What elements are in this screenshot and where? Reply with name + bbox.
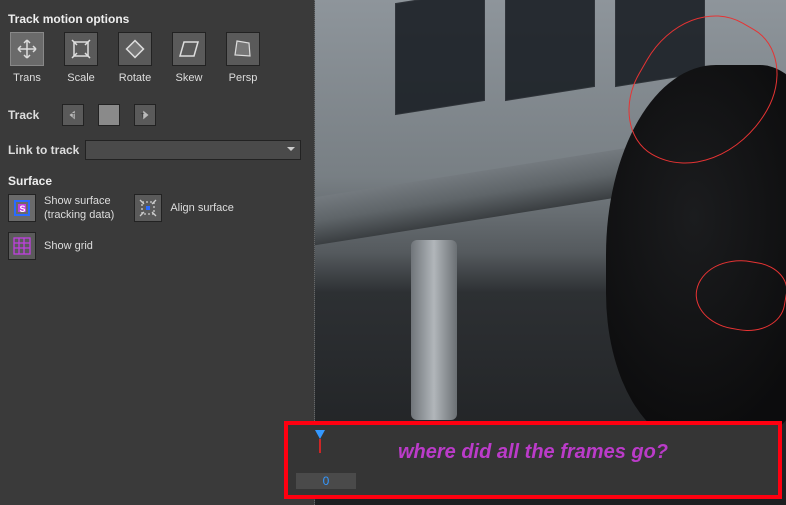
link-to-track-label: Link to track bbox=[8, 143, 79, 157]
scale-label: Scale bbox=[67, 72, 95, 84]
surface-row-2: Show grid bbox=[8, 232, 308, 260]
chevron-down-icon bbox=[286, 143, 296, 157]
show-surface-icon: S bbox=[8, 194, 36, 222]
frame-number-field[interactable]: 0 bbox=[296, 473, 356, 489]
link-to-track-dropdown[interactable] bbox=[85, 140, 301, 160]
track-forward-button[interactable]: T bbox=[134, 104, 156, 126]
persp-label: Persp bbox=[229, 72, 258, 84]
motion-options-row: Trans Scale Rotate bbox=[8, 32, 308, 84]
skew-label: Skew bbox=[176, 72, 203, 84]
translate-icon bbox=[10, 32, 44, 66]
show-grid-label: Show grid bbox=[44, 239, 93, 253]
surface-row-1: S Show surface (tracking data) bbox=[8, 194, 308, 222]
trans-label: Trans bbox=[13, 72, 41, 84]
show-grid-button[interactable]: Show grid bbox=[8, 232, 93, 260]
track-controls: Track T T bbox=[8, 104, 308, 126]
track-backward-button[interactable]: T bbox=[62, 104, 84, 126]
timeline-annotation-box: where did all the frames go? 0 bbox=[284, 421, 782, 499]
surface-title: Surface bbox=[8, 174, 308, 188]
align-surface-button[interactable]: Align surface bbox=[134, 194, 234, 222]
trans-button[interactable]: Trans bbox=[8, 32, 46, 84]
tracking-sidebar: Track motion options Trans bbox=[0, 0, 314, 505]
persp-button[interactable]: Persp bbox=[224, 32, 262, 84]
show-surface-label-1: Show surface bbox=[44, 194, 114, 208]
frame-readout-row: 0 bbox=[296, 473, 356, 489]
skew-icon bbox=[172, 32, 206, 66]
svg-text:T: T bbox=[71, 113, 75, 120]
show-surface-button[interactable]: S Show surface (tracking data) bbox=[8, 194, 114, 222]
rotate-icon bbox=[118, 32, 152, 66]
skew-button[interactable]: Skew bbox=[170, 32, 208, 84]
svg-text:S: S bbox=[20, 204, 26, 214]
grid-icon bbox=[8, 232, 36, 260]
track-label: Track bbox=[8, 108, 48, 122]
align-surface-label: Align surface bbox=[170, 201, 234, 215]
svg-text:T: T bbox=[141, 113, 145, 120]
track-stop-button[interactable] bbox=[98, 104, 120, 126]
align-surface-icon bbox=[134, 194, 162, 222]
scale-icon bbox=[64, 32, 98, 66]
rotate-button[interactable]: Rotate bbox=[116, 32, 154, 84]
scale-button[interactable]: Scale bbox=[62, 32, 100, 84]
link-to-track-row: Link to track bbox=[8, 140, 308, 160]
perspective-icon bbox=[226, 32, 260, 66]
annotation-text: where did all the frames go? bbox=[288, 441, 778, 464]
motion-options-title: Track motion options bbox=[8, 12, 308, 26]
show-surface-label-2: (tracking data) bbox=[44, 208, 114, 222]
rotate-label: Rotate bbox=[119, 72, 151, 84]
